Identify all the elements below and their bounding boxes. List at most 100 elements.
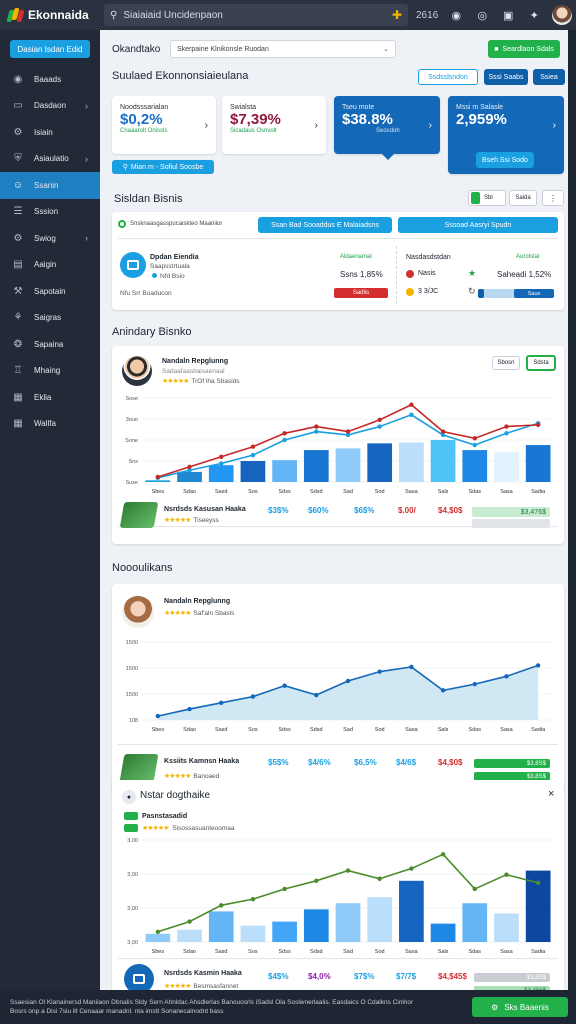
panel-rating: Saf'aln Sbasls [193,609,235,617]
sidebar-item-wallfa[interactable]: ▦ Wallfa [0,411,100,438]
data-point [282,431,287,436]
stat-card-3[interactable]: Tseu mote $38.8% Seosdoh › [334,96,440,160]
bar [145,480,171,482]
stat-card-button[interactable]: Bseh Ssi Sodo [476,152,534,168]
header-action-label: Seardlaon Sdals [502,45,554,53]
stat-card-1[interactable]: Noodsssarialan $0,2% Cnaaarolt Onissls › [112,96,216,154]
sidebar-item-eklia[interactable]: ▦ Eklia [0,384,100,411]
data-point [187,706,192,712]
bag-icon[interactable]: ▣ [500,7,516,23]
progress-bar: Saus [478,289,554,298]
sidebar-item-label: Sapaina [34,339,64,349]
sidebar-item-label: Aaigin [34,260,57,270]
business-right-row1: Nasis [418,270,436,277]
sidebar-item-dasdaon[interactable]: ▭ Dasdaon › [0,93,100,120]
x-tick-label: Sals [438,727,449,733]
overview-link-button[interactable]: ⚲ Mian m - Sofiul Soosbe [112,160,214,174]
product-thumbnail [119,754,159,782]
x-tick-label: Sbes [152,727,165,733]
y-tick-label: 3,00 [127,838,138,844]
product-value: $.00/ [398,506,416,515]
divider [118,958,558,959]
overview-button-2[interactable]: Sssi Saabs [484,69,528,85]
filter-select[interactable]: Skerpaine Klnikonsle Ruodan ⌄ [170,40,396,58]
panel-button-2[interactable]: Sdsta [526,355,556,371]
toggle-on[interactable]: Sbl [468,190,506,206]
y-tick-label: 3,00 [127,940,138,946]
gear-icon: ⚙ [13,232,23,244]
business-pill[interactable]: Sadlis [334,288,388,298]
data-point [472,442,477,448]
x-tick-label: Sasa [500,949,513,955]
stat-card-4[interactable]: Mssi m Salasle 2,959% › Bseh Ssi Sodo [448,96,564,174]
x-tick-label: Sad [343,949,353,955]
y-tick-label: 1500 [126,640,138,646]
sidebar-item-isiain[interactable]: ⚙ Isiain [0,119,100,146]
sidebar-item-mhaing[interactable]: ♖ Mhaing [0,358,100,385]
x-tick-label: Sasa [500,727,513,733]
cog-icon: ⚙ [13,126,23,138]
panel-button-1[interactable]: Sbosn [492,356,520,370]
search-icon: ⚲ [122,164,128,171]
business-name: Dpdan Eiendia [150,254,199,261]
data-point [504,431,509,436]
stat-sub: Sicadaus Osnvolt [230,128,277,134]
business-button-2[interactable]: Sssoad Aasryi Spudn [398,217,558,233]
toggle-off[interactable]: Saida [509,190,537,206]
panel-1-chart: Sose 3ouo Sone Sns Suse Sbes Sdao Sasd Sos Sdss Sd… [125,396,554,495]
product-pill-bg [472,519,550,528]
business-button-1[interactable]: Ssan Bad Sooaddus E Malaiadsns [258,217,392,233]
data-point [504,424,509,429]
fork-icon[interactable]: ✦ [526,7,542,23]
sidebar-item-sapaina[interactable]: ❂ Sapaina [0,331,100,358]
chart-icon: ▦ [13,391,23,403]
sidebar-item-sapotain[interactable]: ⚒ Sapotain [0,278,100,305]
bar [272,460,297,482]
x-tick-label: Sasd [215,489,228,495]
x-tick-label: Sdas [468,949,481,955]
chevron-right-icon: › [85,100,88,111]
more-icon[interactable]: ⋮ [542,190,564,206]
x-tick-label: Sdsd [310,489,323,495]
clock-icon[interactable]: ◉ [448,7,464,23]
panel-rating: Sisossasuanteoomaa [172,824,235,832]
stat-value: 2,959% [456,111,507,128]
grid-icon[interactable]: ✚ [392,8,402,22]
badge-icon [124,824,138,832]
product-value: $4,$0$ [438,506,463,515]
section3-title: Noooulikans [112,562,173,574]
sidebar-primary-button[interactable]: Dasian Isdan Edid [10,40,90,58]
sidebar-item-baaads[interactable]: ◉ Baaads [0,66,100,93]
footer-button[interactable]: ⚙ Sks Baaenis [472,997,568,1017]
overview-button-3[interactable]: Ssiea [533,69,565,85]
brand[interactable]: Ekonnaida [0,8,100,22]
business-pct: Ssns 1,85% [340,270,383,279]
search-input[interactable]: ⚲ Siaiaiaid Uncidenpaon ✚ [104,4,408,26]
overview-button-1[interactable]: Ssdsslsndon [418,69,478,85]
sidebar-item-saigras[interactable]: ⚘ Saigras [0,305,100,332]
sidebar-item-sssion[interactable]: ☰ Sssion [0,199,100,226]
sidebar-item-swiog[interactable]: ⚙ Swiog › [0,225,100,252]
product-name: Kssiits Kamnsn Haaka [164,758,240,765]
data-point [535,663,541,668]
monitor-icon: ▭ [13,100,23,112]
sidebar-item-aaigin[interactable]: ▤ Aaigin [0,252,100,279]
bar [208,465,234,482]
plus-icon: ■ [494,45,499,53]
close-icon[interactable]: × [548,788,554,800]
product-value: $4/6$ [396,758,417,767]
time-display: 2616 [416,9,439,21]
sidebar-item-ssanin[interactable]: ☺ Ssanin [0,172,100,199]
target-icon[interactable]: ◎ [474,7,490,23]
data-point [314,692,319,698]
rating-stars-icon: ★★★★★ [164,773,191,780]
bar [208,911,234,942]
x-tick-label: Sos [248,949,258,955]
avatar[interactable] [552,5,573,25]
data-point [377,417,382,423]
chevron-down-icon: ⌄ [383,46,389,53]
bar [303,450,329,482]
sidebar-item-asiaulatio[interactable]: ⛨ Asiaulatio › [0,146,100,173]
stat-card-2[interactable]: Swialsta $7,39% Sicadaus Osnvolt › [222,96,326,154]
header-action-button[interactable]: ■ Seardlaon Sdals [488,40,560,58]
